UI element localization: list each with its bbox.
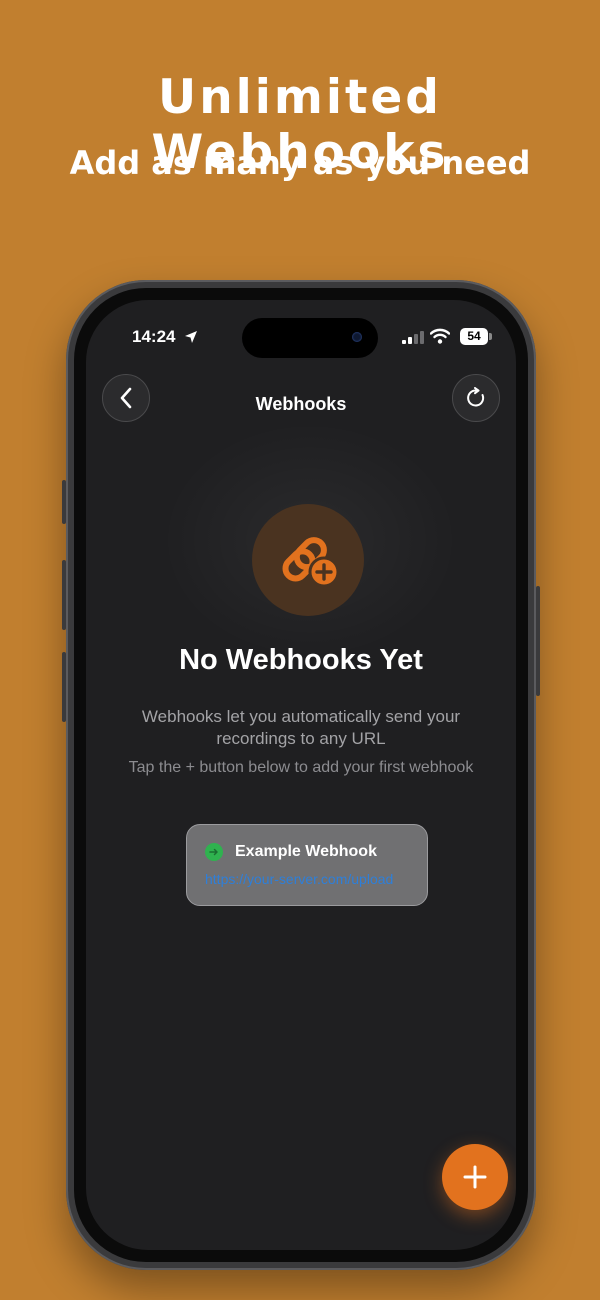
- volume-up-button: [62, 560, 66, 630]
- battery-nub: [489, 333, 492, 340]
- refresh-icon: [467, 387, 485, 407]
- example-webhook-url: https://your-server.com/upload: [205, 871, 394, 887]
- wifi-icon: [430, 328, 450, 344]
- app-screen: 14:24 54 Webhooks No Webhooks Yet Webhoo…: [86, 300, 516, 1250]
- dynamic-island: [242, 318, 378, 358]
- empty-state-description: Webhooks let you automatically send your…: [141, 707, 461, 748]
- empty-state-title: No Webhooks Yet: [179, 644, 423, 676]
- location-arrow-icon: [185, 331, 197, 343]
- add-webhook-button[interactable]: [442, 1144, 508, 1210]
- volume-down-button: [62, 652, 66, 722]
- example-webhook-title: Example Webhook: [235, 843, 377, 860]
- battery-indicator: 54: [460, 328, 488, 345]
- status-time: 14:24: [132, 327, 176, 346]
- camera-icon: [352, 332, 362, 342]
- link-add-icon: [282, 537, 340, 588]
- send-arrow-icon: [209, 848, 218, 856]
- cellular-signal-icon: [402, 331, 424, 344]
- action-button: [62, 480, 66, 524]
- empty-state-icon-circle: [252, 504, 364, 616]
- refresh-button[interactable]: [452, 374, 500, 422]
- plus-icon: [463, 1165, 487, 1189]
- power-button: [536, 586, 540, 696]
- marketing-subheadline: Add as many as you need: [69, 144, 531, 182]
- example-webhook-card[interactable]: Example Webhook https://your-server.com/…: [186, 824, 428, 906]
- empty-state-hint: Tap the + button below to add your first…: [128, 759, 474, 776]
- status-dot-icon: [205, 843, 223, 861]
- phone-bezel: 14:24 54 Webhooks No Webhooks Yet Webhoo…: [74, 288, 528, 1262]
- phone-frame: 14:24 54 Webhooks No Webhooks Yet Webhoo…: [62, 280, 540, 1270]
